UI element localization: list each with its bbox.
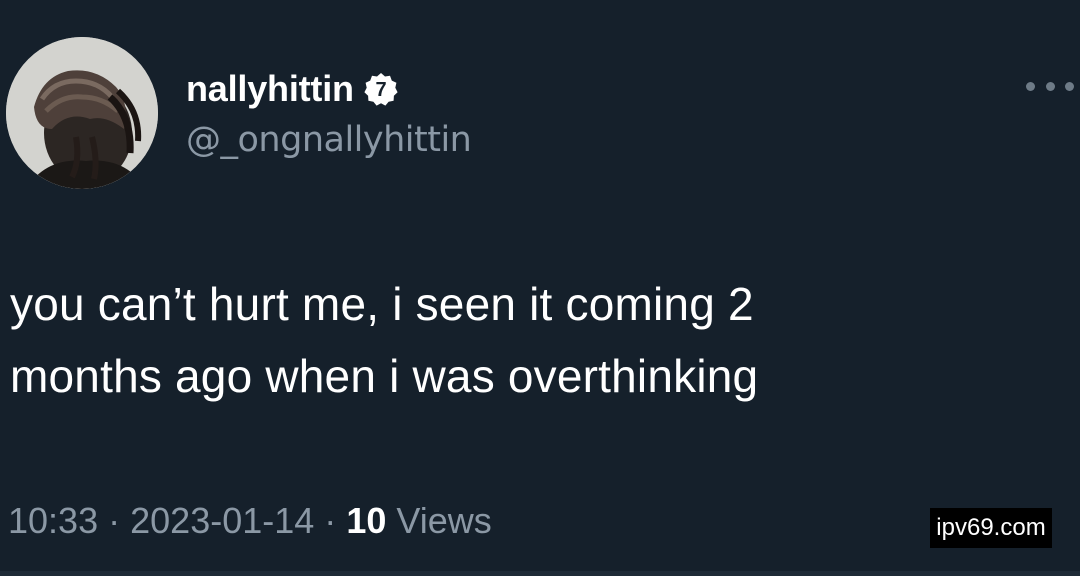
- verified-badge-icon: 7: [364, 73, 398, 106]
- divider: [0, 571, 1080, 576]
- badge-number: 7: [375, 79, 386, 101]
- more-dot: [1065, 81, 1074, 91]
- meta-separator: ·: [108, 500, 121, 541]
- tweet-date[interactable]: 2023-01-14: [130, 500, 314, 541]
- views-count: 10: [346, 500, 387, 541]
- tweet-card: nallyhittin 7 @_ongnallyhittin you can’t…: [0, 0, 1080, 576]
- tweet-time[interactable]: 10:33: [8, 500, 98, 541]
- views-label: Views: [396, 500, 492, 541]
- tweet-meta: 10:33 · 2023-01-14 · 10 Views: [8, 500, 492, 542]
- meta-separator: ·: [324, 500, 337, 541]
- tweet-text-line-2: months ago when i was overthinking: [10, 350, 759, 402]
- user-handle[interactable]: @_ongnallyhittin: [186, 120, 472, 160]
- watermark: ipv69.com: [930, 508, 1052, 548]
- more-options-icon[interactable]: [1026, 74, 1074, 98]
- avatar[interactable]: [6, 37, 158, 189]
- display-name[interactable]: nallyhittin: [186, 68, 354, 110]
- more-dot: [1045, 81, 1055, 91]
- name-row: nallyhittin 7: [186, 64, 398, 114]
- avatar-image: [6, 37, 158, 189]
- tweet-text: you can’t hurt me, i seen it coming 2 mo…: [10, 268, 1070, 412]
- more-dot: [1026, 81, 1035, 91]
- tweet-text-line-1: you can’t hurt me, i seen it coming 2: [10, 278, 754, 330]
